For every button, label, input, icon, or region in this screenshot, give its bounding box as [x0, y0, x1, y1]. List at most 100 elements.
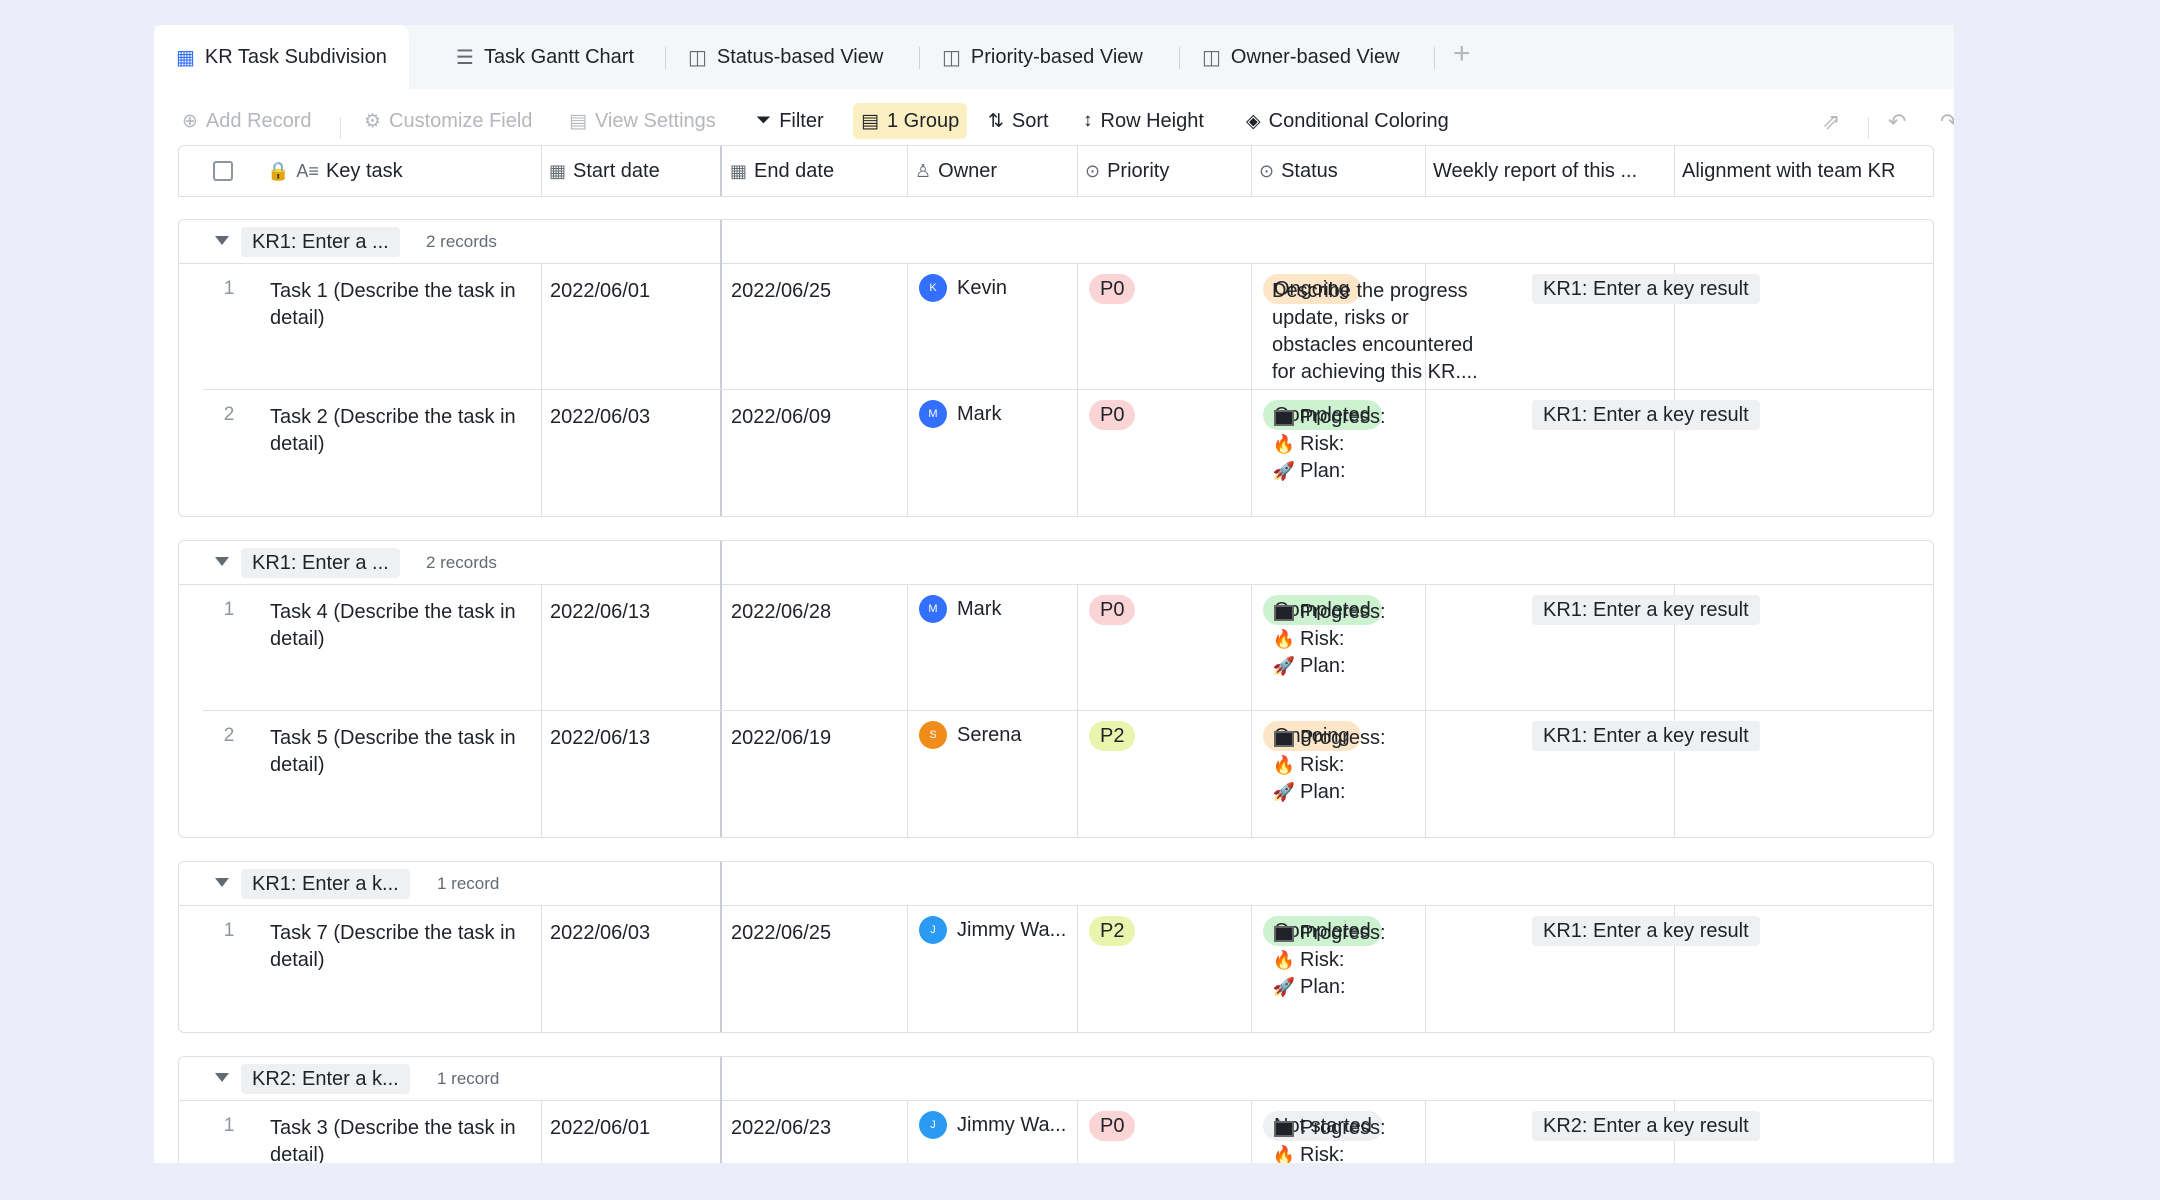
- group-header[interactable]: KR1: Enter a ... 2 records: [179, 541, 1933, 585]
- column-header-end-date[interactable]: ▦ End date: [722, 146, 907, 196]
- priority-tag[interactable]: P0: [1089, 400, 1136, 430]
- weekly-report-cell[interactable]: Describe the progress update, risks or o…: [1272, 278, 1492, 386]
- end-date-cell[interactable]: 2022/06/23: [731, 1115, 831, 1142]
- row-number: 1: [223, 599, 235, 620]
- group-label: KR1: Enter a k...: [241, 869, 410, 899]
- end-date-cell[interactable]: 2022/06/28: [731, 599, 831, 626]
- tab-task-gantt-chart[interactable]: ☰ Task Gantt Chart: [456, 25, 634, 89]
- start-date-cell[interactable]: 2022/06/03: [550, 404, 650, 431]
- priority-tag[interactable]: P2: [1089, 721, 1136, 751]
- priority-tag[interactable]: P2: [1089, 916, 1136, 946]
- add-record-label: Add Record: [205, 109, 312, 132]
- column-divider: [1077, 585, 1078, 711]
- column-header-start-date[interactable]: ▦ Start date: [541, 146, 721, 196]
- owner-cell[interactable]: J Jimmy Wa...: [919, 916, 1066, 944]
- group-header[interactable]: KR1: Enter a k... 1 record: [179, 862, 1933, 906]
- column-divider: [541, 711, 542, 837]
- column-divider: [541, 906, 542, 1032]
- owner-cell[interactable]: J Jimmy Wa...: [919, 1111, 1066, 1139]
- risk-label: Risk:: [1300, 949, 1345, 971]
- tab-label: Task Gantt Chart: [483, 45, 634, 68]
- end-date-cell[interactable]: 2022/06/25: [731, 278, 831, 305]
- start-date-cell[interactable]: 2022/06/01: [550, 1115, 650, 1142]
- column-header-status[interactable]: ⊙ Status: [1251, 146, 1425, 196]
- end-date-cell[interactable]: 2022/06/19: [731, 725, 831, 752]
- end-date-cell[interactable]: 2022/06/09: [731, 404, 831, 431]
- column-header-priority[interactable]: ⊙ Priority: [1077, 146, 1251, 196]
- row-height-button[interactable]: ↕ Row Height: [1083, 103, 1204, 139]
- owner-cell[interactable]: K Kevin: [919, 274, 1007, 302]
- column-divider: [907, 906, 908, 1032]
- view-settings-button[interactable]: ▤ View Settings: [569, 103, 716, 139]
- alignment-tag[interactable]: KR2: Enter a key result: [1532, 1111, 1760, 1141]
- weekly-report-cell[interactable]: Progress: 🔥Risk: 🚀Plan:: [1272, 725, 1492, 806]
- conditional-coloring-button[interactable]: ◈ Conditional Coloring: [1246, 103, 1449, 139]
- table-row[interactable]: 1 Task 4 (Describe the task in detail) 2…: [179, 585, 1933, 711]
- table-row[interactable]: 1 Task 3 (Describe the task in detail) 2…: [179, 1101, 1933, 1163]
- customize-field-button[interactable]: ⚙ Customize Field: [364, 103, 532, 139]
- key-task-cell[interactable]: Task 7 (Describe the task in detail): [270, 920, 532, 974]
- risk-label: Risk:: [1300, 754, 1345, 776]
- row-number: 1: [223, 920, 235, 941]
- table-row[interactable]: 1 Task 1 (Describe the task in detail) 2…: [179, 264, 1933, 390]
- key-task-cell[interactable]: Task 4 (Describe the task in detail): [270, 599, 532, 653]
- owner-cell[interactable]: M Mark: [919, 400, 1001, 428]
- priority-tag[interactable]: P0: [1089, 595, 1136, 625]
- group-header[interactable]: KR2: Enter a k... 1 record: [179, 1057, 1933, 1101]
- weekly-report-cell[interactable]: Progress: 🔥Risk: 🚀Plan:: [1272, 1115, 1492, 1163]
- select-all-checkbox[interactable]: [205, 146, 233, 196]
- avatar: J: [919, 1111, 947, 1139]
- column-header-alignment[interactable]: Alignment with team KR: [1674, 146, 1934, 196]
- alignment-tag[interactable]: KR1: Enter a key result: [1532, 721, 1760, 751]
- filter-button[interactable]: ⏷ Filter: [756, 103, 824, 139]
- key-task-cell[interactable]: Task 3 (Describe the task in detail): [270, 1115, 532, 1163]
- column-header-owner[interactable]: ♙ Owner: [907, 146, 1077, 196]
- alignment-tag[interactable]: KR1: Enter a key result: [1532, 400, 1760, 430]
- tab-status-based-view[interactable]: ◫ Status-based View: [688, 25, 883, 89]
- start-date-cell[interactable]: 2022/06/13: [550, 599, 650, 626]
- key-task-cell[interactable]: Task 1 (Describe the task in detail): [270, 278, 532, 332]
- column-divider: [541, 585, 542, 711]
- add-record-button[interactable]: ⊕ Add Record: [182, 103, 312, 139]
- owner-cell[interactable]: M Mark: [919, 595, 1001, 623]
- column-header-key-task[interactable]: 🔒 A≡ Key task: [259, 146, 539, 196]
- key-task-cell[interactable]: Task 5 (Describe the task in detail): [270, 725, 532, 779]
- collapse-caret-icon[interactable]: [215, 1073, 229, 1082]
- table-row[interactable]: 2 Task 5 (Describe the task in detail) 2…: [179, 711, 1933, 837]
- undo-icon[interactable]: ↶: [1888, 109, 1906, 135]
- end-date-cell[interactable]: 2022/06/25: [731, 920, 831, 947]
- tab-priority-based-view[interactable]: ◫ Priority-based View: [942, 25, 1143, 89]
- sort-button[interactable]: ⇅ Sort: [988, 103, 1049, 139]
- tab-kr-task-subdivision[interactable]: ▦ KR Task Subdivision: [154, 25, 409, 89]
- priority-tag[interactable]: P0: [1089, 274, 1136, 304]
- add-view-icon[interactable]: +: [1453, 37, 1471, 71]
- start-date-cell[interactable]: 2022/06/13: [550, 725, 650, 752]
- column-header-weekly-report[interactable]: Weekly report of this ...: [1425, 146, 1674, 196]
- table-row[interactable]: 1 Task 7 (Describe the task in detail) 2…: [179, 906, 1933, 1032]
- collapse-caret-icon[interactable]: [215, 878, 229, 887]
- start-date-cell[interactable]: 2022/06/01: [550, 278, 650, 305]
- collapse-caret-icon[interactable]: [215, 557, 229, 566]
- owner-cell[interactable]: S Serena: [919, 721, 1022, 749]
- start-date-cell[interactable]: 2022/06/03: [550, 920, 650, 947]
- group-header[interactable]: KR1: Enter a ... 2 records: [179, 220, 1933, 264]
- column-divider: [541, 1101, 542, 1163]
- checkbox[interactable]: [213, 161, 233, 181]
- redo-icon[interactable]: ↷: [1940, 109, 1954, 135]
- table-row[interactable]: 2 Task 2 (Describe the task in detail) 2…: [179, 390, 1933, 516]
- group-button[interactable]: ▤ 1 Group: [853, 103, 968, 139]
- alignment-tag[interactable]: KR1: Enter a key result: [1532, 916, 1760, 946]
- tab-owner-based-view[interactable]: ◫ Owner-based View: [1202, 25, 1400, 89]
- weekly-report-cell[interactable]: Progress: 🔥Risk: 🚀Plan:: [1272, 404, 1492, 485]
- alignment-tag[interactable]: KR1: Enter a key result: [1532, 595, 1760, 625]
- view-toolbar: ⊕ Add Record ⚙ Customize Field ▤ View Se…: [154, 89, 1954, 153]
- priority-tag[interactable]: P0: [1089, 1111, 1136, 1141]
- weekly-report-cell[interactable]: Progress: 🔥Risk: 🚀Plan:: [1272, 920, 1492, 1001]
- collapse-caret-icon[interactable]: [215, 236, 229, 245]
- plan-label: Plan:: [1300, 460, 1346, 482]
- group-record-count: 1 record: [437, 1069, 500, 1088]
- share-icon[interactable]: ⇗: [1822, 109, 1840, 135]
- alignment-tag[interactable]: KR1: Enter a key result: [1532, 274, 1760, 304]
- key-task-cell[interactable]: Task 2 (Describe the task in detail): [270, 404, 532, 458]
- weekly-report-cell[interactable]: Progress: 🔥Risk: 🚀Plan:: [1272, 599, 1492, 680]
